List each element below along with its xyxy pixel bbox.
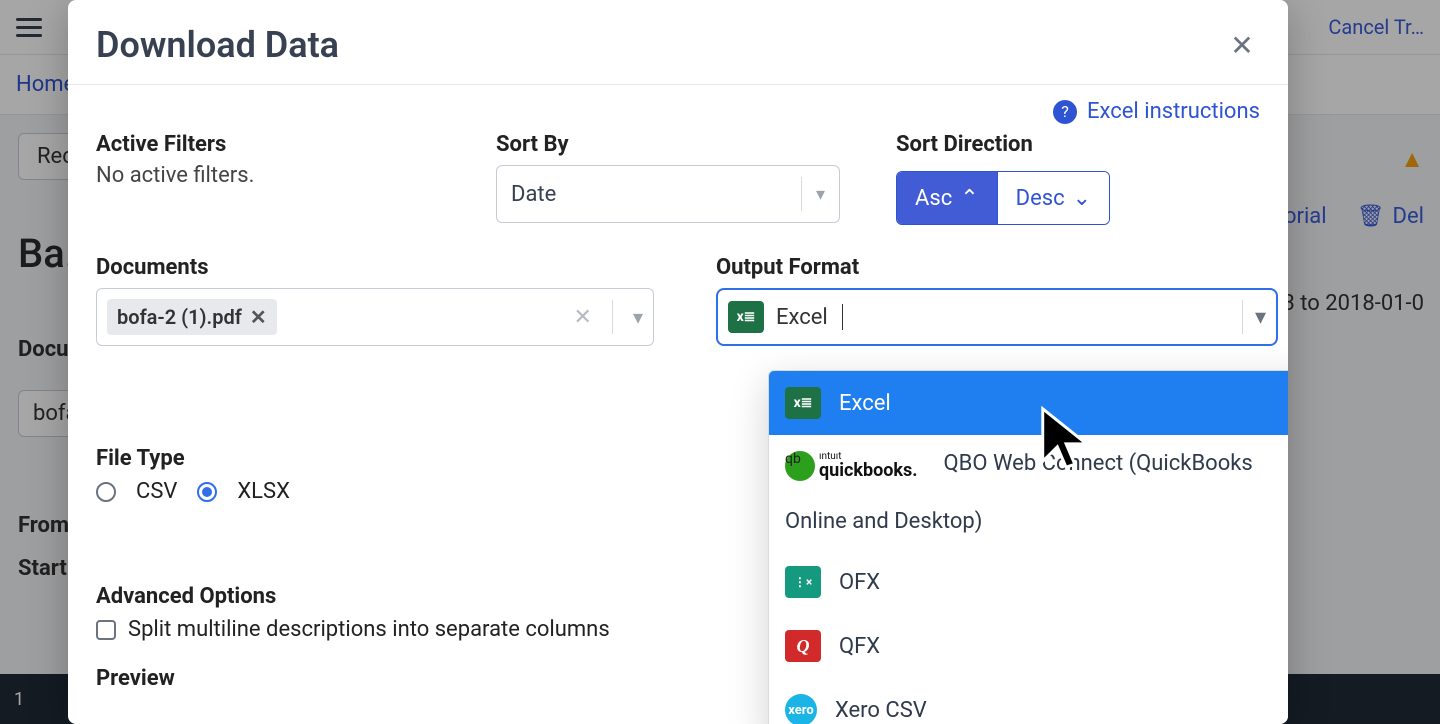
trash-icon: 🗑: [1357, 204, 1385, 229]
split-descriptions-checkbox[interactable]: [96, 620, 116, 640]
sort-direction-label: Sort Direction: [896, 132, 1286, 157]
active-filters-status: No active filters.: [96, 163, 496, 188]
document-chip-label: bofa-2 (1).pdf: [117, 305, 242, 329]
active-filters-section: Active Filters No active filters.: [96, 132, 496, 225]
quickbooks-icon: qb ıntuıtquickbooks.: [785, 451, 918, 481]
modal-left-lower: File Type CSV XLSX Advanced Options Spli…: [96, 446, 716, 697]
documents-label: Documents: [96, 255, 706, 280]
modal-help-row: ? Excel instructions: [68, 85, 1288, 124]
documents-multiselect[interactable]: bofa-2 (1).pdf ✕ ✕ ▾: [96, 288, 654, 346]
sort-by-label: Sort By: [496, 132, 896, 157]
file-type-csv-label: CSV: [136, 479, 177, 504]
file-type-csv-radio[interactable]: [96, 482, 116, 502]
sort-by-value: Date: [511, 182, 556, 207]
xero-icon: xero: [785, 694, 817, 724]
output-option-qfx[interactable]: Q QFX: [769, 614, 1288, 678]
output-format-label: Output Format: [716, 255, 1286, 280]
chip-remove-icon[interactable]: ✕: [250, 305, 267, 329]
preview-label: Preview: [96, 666, 716, 691]
excel-icon: x≣: [785, 387, 821, 419]
sort-by-select[interactable]: Date ▾: [496, 165, 840, 223]
warning-icon: ▲: [1265, 145, 1424, 174]
row-number: 1: [14, 689, 24, 710]
close-icon[interactable]: ✕: [1224, 27, 1260, 63]
modal-title: Download Data: [96, 24, 339, 66]
sort-desc-button[interactable]: Desc ⌄: [997, 172, 1109, 224]
output-format-select[interactable]: x≣ Excel ▾: [716, 288, 1278, 346]
excel-icon: x≣: [728, 301, 764, 333]
output-format-value: Excel: [776, 305, 828, 330]
output-option-xero[interactable]: xero Xero CSV: [769, 678, 1288, 724]
excel-instructions-link[interactable]: ? Excel instructions: [1053, 99, 1260, 124]
date-range-text: 3 to 2018-01-0: [1265, 291, 1424, 316]
output-option-qbo[interactable]: qb ıntuıtquickbooks. QBO Web Connect (Qu…: [769, 435, 1288, 550]
documents-section: Documents bofa-2 (1).pdf ✕ ✕ ▾: [96, 255, 706, 346]
file-type-radio-group: CSV XLSX: [96, 479, 716, 504]
modal-header: Download Data ✕: [68, 0, 1288, 85]
advanced-options-label: Advanced Options: [96, 584, 716, 609]
hamburger-icon[interactable]: [16, 18, 42, 37]
file-type-label: File Type: [96, 446, 716, 471]
breadcrumb-home[interactable]: Home: [16, 72, 75, 97]
output-format-section: Output Format x≣ Excel ▾: [716, 255, 1286, 346]
download-data-modal: Download Data ✕ ? Excel instructions Act…: [68, 0, 1288, 724]
file-type-xlsx-label: XLSX: [237, 479, 290, 504]
sort-asc-button[interactable]: Asc ⌃: [897, 172, 997, 224]
chevron-up-icon: ⌃: [960, 186, 978, 211]
output-format-dropdown: x≣ Excel qb ıntuıtquickbooks. QBO Web Co…: [768, 370, 1288, 724]
advanced-options-row: Split multiline descriptions into separa…: [96, 617, 716, 642]
chevron-down-icon: ▾: [816, 184, 825, 205]
active-filters-label: Active Filters: [96, 132, 496, 157]
cancel-trial-link[interactable]: Cancel Tr…: [1328, 15, 1424, 39]
sort-by-section: Sort By Date ▾: [496, 132, 896, 225]
modal-row-1: Active Filters No active filters. Sort B…: [68, 124, 1288, 225]
chevron-down-icon: ⌄: [1073, 186, 1091, 211]
delete-link[interactable]: 🗑 Del: [1357, 204, 1424, 229]
question-circle-icon: ?: [1053, 100, 1077, 124]
sort-direction-section: Sort Direction Asc ⌃ Desc ⌄: [896, 132, 1286, 225]
modal-row-2: Documents bofa-2 (1).pdf ✕ ✕ ▾ Output Fo…: [68, 225, 1288, 346]
chevron-down-icon: ▾: [633, 305, 643, 329]
output-option-excel[interactable]: x≣ Excel: [769, 371, 1288, 435]
sort-direction-toggle: Asc ⌃ Desc ⌄: [896, 171, 1110, 225]
qfx-icon: Q: [785, 630, 821, 662]
chevron-down-icon: ▾: [1255, 305, 1266, 330]
split-descriptions-label: Split multiline descriptions into separa…: [128, 617, 610, 642]
file-type-xlsx-radio[interactable]: [197, 482, 217, 502]
text-caret: [842, 304, 843, 330]
output-option-ofx[interactable]: ⋮× OFX: [769, 550, 1288, 614]
ofx-icon: ⋮×: [785, 566, 821, 598]
bg-right-column: ▲ utorial 🗑 Del 3 to 2018-01-0: [1265, 145, 1424, 316]
clear-all-icon[interactable]: ✕: [574, 305, 592, 330]
document-chip: bofa-2 (1).pdf ✕: [107, 299, 277, 335]
